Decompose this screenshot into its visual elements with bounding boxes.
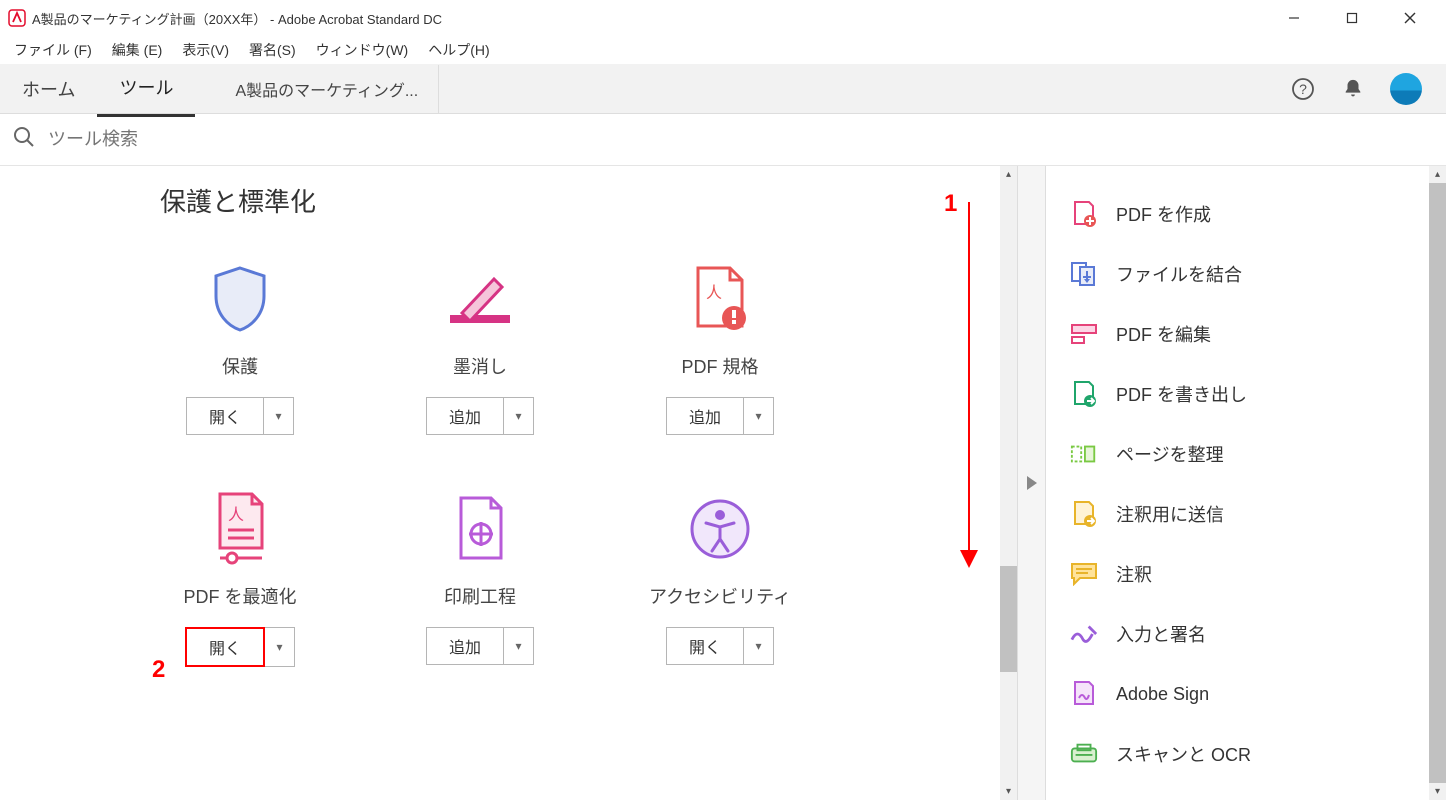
export-pdf-icon	[1070, 380, 1098, 408]
tool-standards: 人 PDF 規格 追加 ▾	[600, 259, 840, 435]
search-icon	[12, 125, 36, 154]
tools-center-panel: 保護と標準化 保護 開く ▾	[0, 166, 1017, 707]
svg-text:人: 人	[706, 284, 722, 302]
tool-accessibility-label: アクセシビリティ	[649, 583, 791, 609]
tool-protect-open-button[interactable]: 開く	[186, 397, 264, 435]
title-bar: A製品のマーケティング計画（20XX年） - Adobe Acrobat Sta…	[0, 0, 1446, 36]
tool-accessibility: アクセシビリティ 開く ▾	[600, 489, 840, 667]
rpanel-scan-ocr[interactable]: スキャンと OCR	[1054, 724, 1438, 784]
adobe-sign-icon	[1070, 680, 1098, 708]
svg-text:?: ?	[1299, 81, 1307, 97]
pdf-standards-icon: 人	[680, 259, 760, 339]
rpanel-export-label: PDF を書き出し	[1116, 381, 1247, 407]
minimize-button[interactable]	[1274, 3, 1314, 33]
shield-icon	[200, 259, 280, 339]
accessibility-icon	[680, 489, 760, 569]
rpanel-organize[interactable]: ページを整理	[1054, 424, 1438, 484]
tool-standards-label: PDF 規格	[681, 353, 758, 379]
tool-protect-label: 保護	[222, 353, 258, 379]
rpanel-fill-sign-label: 入力と署名	[1116, 621, 1206, 647]
tool-redact: 墨消し 追加 ▾	[360, 259, 600, 435]
tool-redact-label: 墨消し	[453, 353, 507, 379]
tool-optimize-dropdown[interactable]: ▾	[265, 627, 295, 667]
tab-document[interactable]: A製品のマーケティング...	[215, 65, 439, 113]
tab-bar: ホーム ツール A製品のマーケティング... ?	[0, 64, 1446, 114]
tool-standards-add-button[interactable]: 追加	[666, 397, 744, 435]
rpanel-send-comments-label: 注釈用に送信	[1116, 501, 1224, 527]
tab-tools[interactable]: ツール	[97, 60, 195, 117]
menu-file[interactable]: ファイル (F)	[4, 36, 102, 64]
help-icon[interactable]: ?	[1290, 76, 1316, 102]
tab-home[interactable]: ホーム	[0, 62, 97, 116]
scroll-thumb[interactable]	[1000, 566, 1017, 672]
print-production-icon	[440, 489, 520, 569]
scroll-down-arrow[interactable]: ▾	[1000, 783, 1017, 800]
rpanel-comment[interactable]: 注釈	[1054, 544, 1438, 604]
scroll-up-arrow[interactable]: ▴	[1000, 166, 1017, 183]
comment-icon	[1070, 560, 1098, 588]
rpanel-adobe-sign-label: Adobe Sign	[1116, 684, 1209, 705]
edit-pdf-icon	[1070, 320, 1098, 348]
tool-redact-add-button[interactable]: 追加	[426, 397, 504, 435]
rpanel-scan-ocr-label: スキャンと OCR	[1116, 741, 1251, 767]
menu-window[interactable]: ウィンドウ(W)	[306, 36, 419, 64]
rpanel-edit-label: PDF を編集	[1116, 321, 1211, 347]
notifications-icon[interactable]	[1340, 76, 1366, 102]
center-scrollbar[interactable]: ▴ ▾	[1000, 166, 1017, 800]
tool-print-add-button[interactable]: 追加	[426, 627, 504, 665]
rpanel-create-pdf-label: PDF を作成	[1116, 201, 1211, 227]
right-tools-panel: PDF を作成 ファイルを結合 PDF を編集 PDF を書き出し ページを整理…	[1046, 166, 1446, 800]
svg-text:人: 人	[228, 506, 244, 524]
redact-marker-icon	[440, 259, 520, 339]
rpanel-scroll-thumb[interactable]	[1429, 183, 1446, 783]
tool-protect: 保護 開く ▾	[120, 259, 360, 435]
rpanel-scroll-up[interactable]: ▴	[1429, 166, 1446, 183]
create-pdf-icon	[1070, 200, 1098, 228]
rpanel-export[interactable]: PDF を書き出し	[1054, 364, 1438, 424]
tool-redact-dropdown[interactable]: ▾	[504, 397, 534, 435]
rpanel-edit[interactable]: PDF を編集	[1054, 304, 1438, 364]
account-avatar[interactable]	[1390, 73, 1422, 105]
tool-print-label: 印刷工程	[444, 583, 516, 609]
rpanel-fill-sign[interactable]: 入力と署名	[1054, 604, 1438, 664]
combine-files-icon	[1070, 260, 1098, 288]
send-for-comments-icon	[1070, 500, 1098, 528]
scan-ocr-icon	[1070, 740, 1098, 768]
tool-accessibility-open-button[interactable]: 開く	[666, 627, 744, 665]
rpanel-organize-label: ページを整理	[1116, 441, 1224, 467]
maximize-button[interactable]	[1332, 3, 1372, 33]
organize-pages-icon	[1070, 440, 1098, 468]
section-title: 保護と標準化	[160, 182, 1017, 219]
rpanel-create-pdf[interactable]: PDF を作成	[1054, 184, 1438, 244]
tool-print-dropdown[interactable]: ▾	[504, 627, 534, 665]
tool-optimize-open-button[interactable]: 開く	[185, 627, 265, 667]
window-title: A製品のマーケティング計画（20XX年） - Adobe Acrobat Sta…	[32, 9, 1274, 28]
rpanel-scroll-down[interactable]: ▾	[1429, 783, 1446, 800]
menu-bar: ファイル (F) 編集 (E) 表示(V) 署名(S) ウィンドウ(W) ヘルプ…	[0, 36, 1446, 64]
tool-standards-dropdown[interactable]: ▾	[744, 397, 774, 435]
tool-optimize-label: PDF を最適化	[183, 583, 296, 609]
menu-help[interactable]: ヘルプ(H)	[418, 36, 499, 64]
tool-print-production: 印刷工程 追加 ▾	[360, 489, 600, 667]
rpanel-combine-label: ファイルを結合	[1116, 261, 1242, 287]
tool-accessibility-dropdown[interactable]: ▾	[744, 627, 774, 665]
tool-protect-dropdown[interactable]: ▾	[264, 397, 294, 435]
rpanel-send-comments[interactable]: 注釈用に送信	[1054, 484, 1438, 544]
acrobat-app-icon	[8, 9, 26, 27]
search-input[interactable]	[48, 129, 1434, 150]
rpanel-scrollbar[interactable]: ▴ ▾	[1429, 166, 1446, 800]
rpanel-combine[interactable]: ファイルを結合	[1054, 244, 1438, 304]
panel-collapse-button[interactable]	[1018, 166, 1046, 800]
search-bar	[0, 114, 1446, 166]
fill-sign-icon	[1070, 620, 1098, 648]
close-button[interactable]	[1390, 3, 1430, 33]
tool-optimize: 人 PDF を最適化 開く ▾	[120, 489, 360, 667]
menu-sign[interactable]: 署名(S)	[239, 36, 306, 64]
rpanel-adobe-sign[interactable]: Adobe Sign	[1054, 664, 1438, 724]
rpanel-comment-label: 注釈	[1116, 561, 1152, 587]
optimize-pdf-icon: 人	[200, 489, 280, 569]
